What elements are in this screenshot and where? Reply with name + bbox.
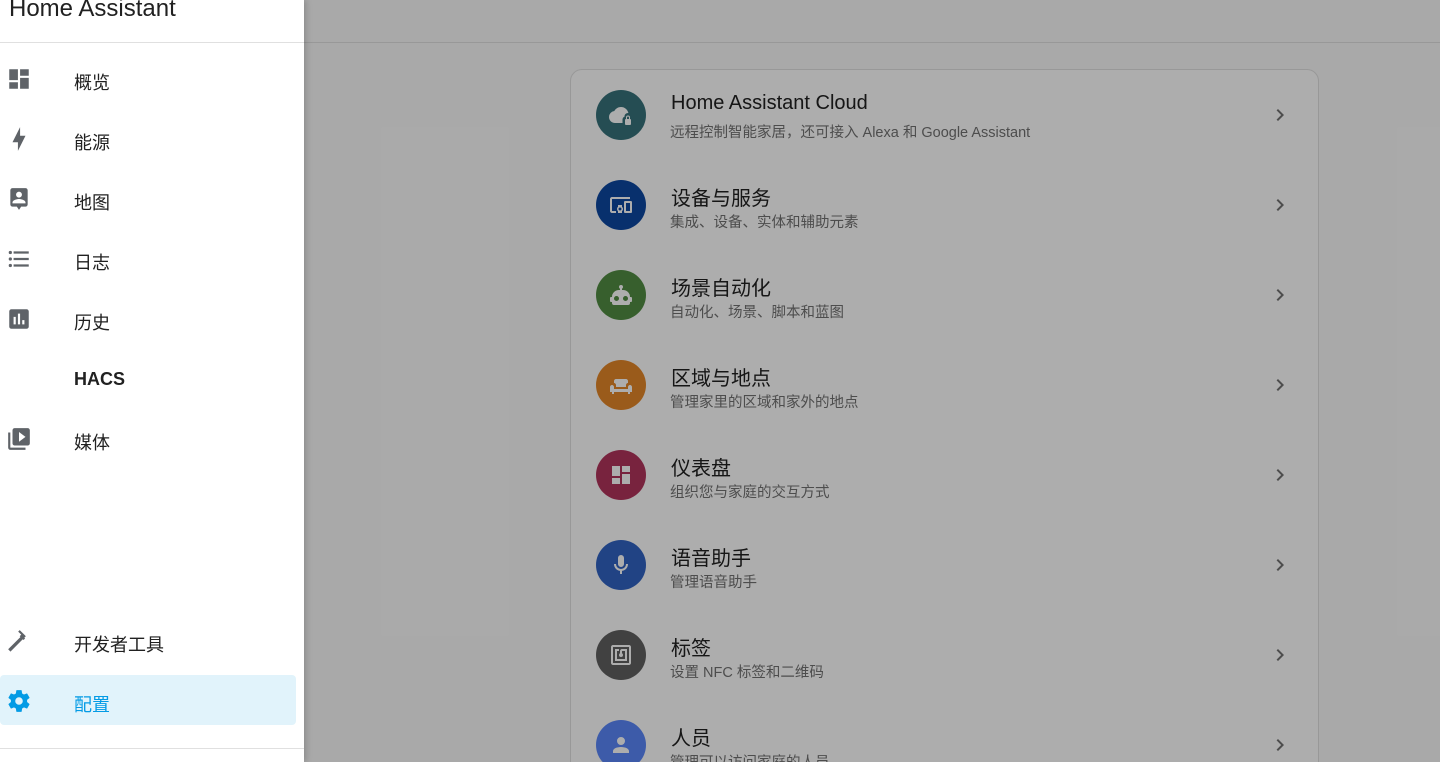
lightning-bolt-icon <box>6 126 32 152</box>
sidebar-item-label: 开发者工具 <box>74 635 164 655</box>
sidebar-item-logbook[interactable]: 日志 <box>0 233 296 283</box>
sidebar-item-developer-tools[interactable]: 开发者工具 <box>0 615 296 665</box>
sidebar-item-label: 概览 <box>74 73 110 93</box>
sidebar-item-config[interactable]: 配置 <box>0 675 296 725</box>
sidebar-item-label: 配置 <box>74 695 110 715</box>
sidebar-item-label: 历史 <box>74 313 110 333</box>
sidebar-drawer: Home Assistant 概览 能源 地图 日志 历史 HACS 媒体 开发… <box>0 0 304 762</box>
sidebar-item-history[interactable]: 历史 <box>0 293 296 343</box>
sidebar-item-label: 日志 <box>74 253 110 273</box>
map-account-icon <box>6 186 32 212</box>
format-list-bulleted-icon <box>6 246 32 272</box>
sidebar-item-label: HACS <box>74 369 126 389</box>
sidebar-item-label: 媒体 <box>74 433 110 453</box>
cog-icon <box>6 688 32 714</box>
app-title: Home Assistant <box>9 0 176 22</box>
play-box-multiple-icon <box>6 426 32 452</box>
divider <box>0 42 304 43</box>
modal-scrim[interactable] <box>304 0 1440 762</box>
sidebar-item-media[interactable]: 媒体 <box>0 413 296 463</box>
sidebar-item-label: 能源 <box>74 133 110 153</box>
hammer-icon <box>6 628 32 654</box>
chart-box-icon <box>6 306 32 332</box>
sidebar-item-energy[interactable]: 能源 <box>0 113 296 163</box>
sidebar-item-overview[interactable]: 概览 <box>0 53 296 103</box>
divider <box>0 748 304 749</box>
sidebar-item-map[interactable]: 地图 <box>0 173 296 223</box>
dashboard-icon <box>6 66 32 92</box>
sidebar-item-hacs[interactable]: HACS <box>0 353 296 403</box>
sidebar-item-label: 地图 <box>74 193 110 213</box>
